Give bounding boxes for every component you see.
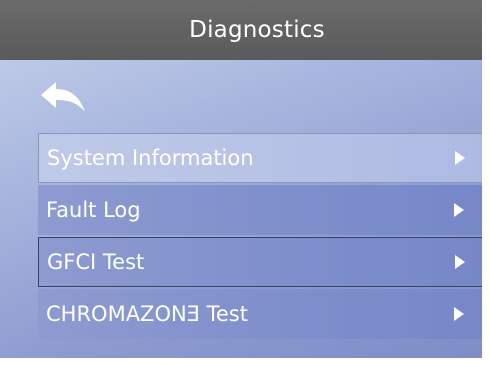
menu-item-chromazone-test[interactable]: CHROMAZONƎ Test xyxy=(38,289,482,339)
menu-item-label: Fault Log xyxy=(46,198,141,222)
screen: Diagnostics System Information Fault Log xyxy=(0,0,490,367)
back-arrow-icon xyxy=(41,82,85,112)
menu-item-label: CHROMAZONƎ Test xyxy=(46,302,248,326)
back-button[interactable] xyxy=(39,80,89,116)
menu-item-fault-log[interactable]: Fault Log xyxy=(38,185,482,235)
header-bar: Diagnostics xyxy=(0,0,482,60)
chevron-right-icon xyxy=(452,306,466,322)
menu-item-gfci-test[interactable]: GFCI Test xyxy=(38,237,482,287)
chevron-right-icon xyxy=(453,150,467,166)
diagnostics-menu: System Information Fault Log GFCI Test C… xyxy=(38,133,482,341)
menu-item-label: System Information xyxy=(47,146,254,170)
page-title: Diagnostics xyxy=(189,17,325,43)
chevron-right-icon xyxy=(452,202,466,218)
menu-item-label: GFCI Test xyxy=(47,250,145,274)
chevron-right-icon xyxy=(453,254,467,270)
menu-item-system-information[interactable]: System Information xyxy=(38,133,482,183)
display-frame: Diagnostics System Information Fault Log xyxy=(0,0,482,358)
